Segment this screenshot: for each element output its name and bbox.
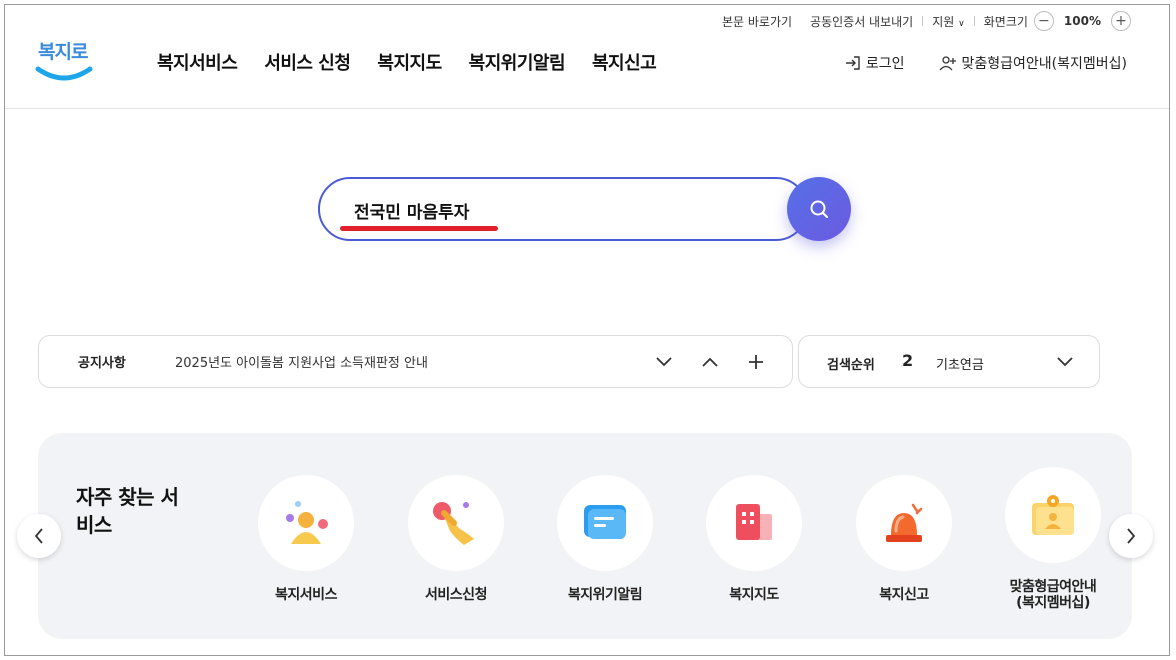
service-label: 복지신고 — [879, 587, 929, 603]
add-user-icon — [939, 56, 956, 71]
search-rank: 검색순위 2 기초연금 — [798, 335, 1100, 388]
chevron-down-icon — [1057, 357, 1073, 367]
logo-smile-icon — [35, 66, 93, 81]
plus-icon — [749, 354, 763, 369]
service-membership[interactable]: 맞춤형급여안내 (복지멤버십) — [988, 467, 1118, 611]
notice-next-button[interactable] — [652, 350, 676, 374]
service-apply[interactable]: 서비스신청 — [391, 475, 521, 603]
service-label: 맞춤형급여안내 (복지멤버십) — [1009, 579, 1097, 611]
header-actions: 로그인 맞춤형급여안내(복지멤버십) — [845, 53, 1127, 73]
rank-dropdown-button[interactable] — [1053, 350, 1077, 374]
chevron-up-icon — [702, 357, 718, 367]
support-dropdown[interactable]: 지원 ∨ — [923, 13, 974, 30]
building-icon — [736, 504, 772, 540]
service-icon-circle — [706, 475, 802, 571]
chevron-left-icon — [34, 528, 43, 544]
service-label: 서비스신청 — [425, 587, 487, 603]
message-icon — [584, 505, 626, 539]
notice-label: 공지사항 — [78, 356, 126, 371]
cert-export-link[interactable]: 공동인증서 내보내기 — [801, 13, 922, 30]
notice-controls — [652, 350, 768, 374]
hand-tap-icon — [433, 502, 474, 545]
service-label: 복지위기알림 — [567, 587, 643, 603]
membership-label: 맞춤형급여안내(복지멤버십) — [961, 56, 1127, 72]
person-icon — [286, 501, 328, 544]
browser-frame: 본문 바로가기 공동인증서 내보내기 지원 ∨ 화면크기 − 100% + 복지… — [4, 4, 1170, 656]
nav-welfare-service[interactable]: 복지서비스 — [157, 49, 238, 75]
service-icon-circle — [557, 475, 653, 571]
nav-crisis-alert[interactable]: 복지위기알림 — [469, 49, 566, 75]
login-button[interactable]: 로그인 — [845, 53, 905, 73]
notice-prev-button[interactable] — [698, 350, 722, 374]
service-icon-circle — [408, 475, 504, 571]
chevron-down-icon — [656, 356, 672, 366]
logo[interactable]: 복지로 — [35, 37, 95, 89]
service-welfare-report[interactable]: 복지신고 — [839, 475, 969, 603]
rank-number: 2 — [902, 351, 914, 370]
frequent-services-title: 자주 찾는 서비스 — [76, 485, 179, 537]
service-icon-circle — [258, 475, 354, 571]
zoom-in-button[interactable]: + — [1111, 11, 1131, 31]
rank-keyword[interactable]: 기초연금 — [936, 354, 984, 373]
rank-label: 검색순위 — [827, 358, 875, 373]
search-button[interactable] — [787, 177, 851, 241]
siren-icon — [886, 503, 923, 542]
nav-welfare-map[interactable]: 복지지도 — [377, 49, 442, 75]
chevron-down-icon: ∨ — [958, 18, 965, 29]
service-label: 복지서비스 — [275, 587, 337, 603]
skip-to-content-link[interactable]: 본문 바로가기 — [713, 13, 801, 30]
carousel-prev-button[interactable] — [17, 514, 61, 558]
notice-more-button[interactable] — [744, 350, 768, 374]
service-crisis-alert[interactable]: 복지위기알림 — [540, 475, 670, 603]
zoom-out-button[interactable]: − — [1033, 11, 1054, 31]
main-nav: 복지서비스 서비스 신청 복지지도 복지위기알림 복지신고 — [157, 49, 657, 75]
notice-bar: 공지사항 2025년도 아이돌봄 지원사업 소득재판정 안내 — [38, 335, 793, 388]
nav-service-apply[interactable]: 서비스 신청 — [264, 49, 351, 75]
search-icon — [810, 200, 828, 218]
zoom-label: 화면크기 — [983, 14, 1028, 29]
search-input[interactable] — [354, 196, 784, 224]
zoom-value: 100% — [1063, 14, 1101, 28]
service-welfare-map[interactable]: 복지지도 — [689, 475, 819, 603]
highlight-underline — [340, 226, 498, 231]
logo-text: 복지로 — [38, 41, 88, 63]
search-area — [318, 177, 851, 241]
header: 복지로 복지서비스 서비스 신청 복지지도 복지위기알림 복지신고 로그인 맞춤… — [5, 31, 1169, 109]
service-icon-circle — [1005, 467, 1101, 563]
service-label: 복지지도 — [729, 587, 779, 603]
service-welfare[interactable]: 복지서비스 — [241, 475, 371, 603]
search-box — [318, 177, 808, 241]
chevron-right-icon — [1127, 528, 1136, 544]
login-icon — [845, 56, 860, 70]
service-icon-circle — [856, 475, 952, 571]
utility-bar: 본문 바로가기 공동인증서 내보내기 지원 ∨ 화면크기 − 100% + — [713, 11, 1131, 31]
membership-button[interactable]: 맞춤형급여안내(복지멤버십) — [939, 53, 1127, 73]
notice-text[interactable]: 2025년도 아이돌봄 지원사업 소득재판정 안내 — [175, 352, 428, 371]
login-label: 로그인 — [865, 56, 905, 72]
zoom-control: − 100% + — [1033, 11, 1131, 31]
badge-icon — [1032, 495, 1074, 535]
nav-welfare-report[interactable]: 복지신고 — [592, 49, 657, 75]
support-label: 지원 — [932, 14, 955, 29]
